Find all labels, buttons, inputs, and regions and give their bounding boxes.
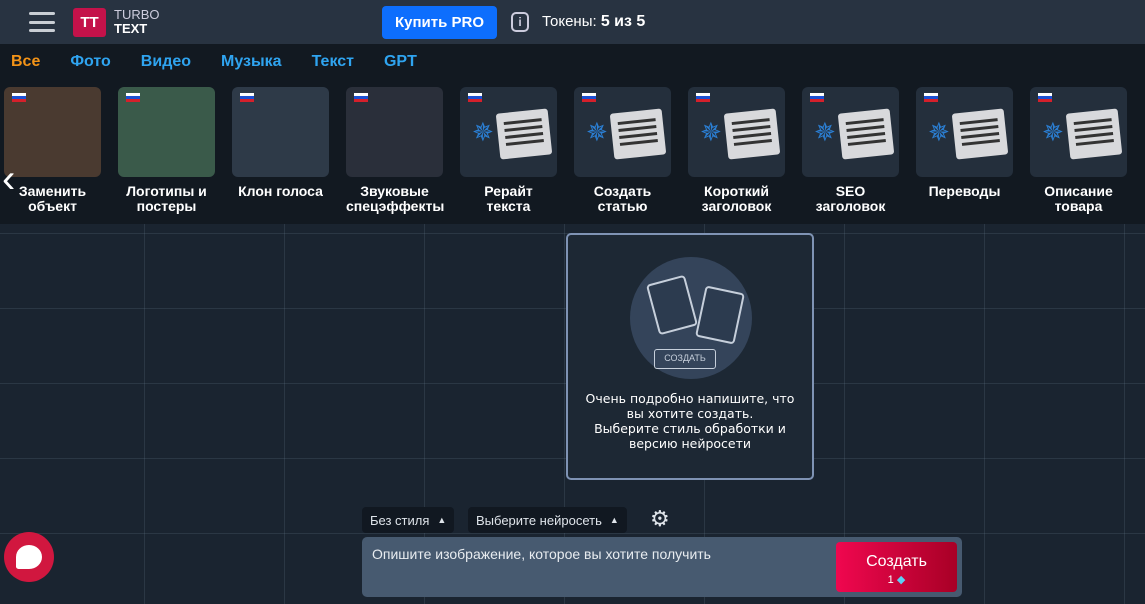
tool-card[interactable]: Логотипы и постеры (118, 87, 215, 214)
tool-label: Рерайт текста (484, 183, 533, 214)
flag-icon (1038, 93, 1052, 102)
caret-up-icon: ▲ (437, 515, 447, 525)
tool-label: Клон голоса (238, 183, 323, 199)
flag-icon (582, 93, 596, 102)
style-select[interactable]: Без стиля ▲ (362, 507, 455, 533)
tokens-label: Токены: (542, 13, 597, 30)
instructions-line: версию нейросети (628, 436, 752, 451)
document-icon (951, 108, 1009, 160)
illustration: СОЗДАТЬ (630, 257, 752, 379)
star-icon: ✵ (472, 117, 494, 147)
tool-thumbnail (346, 87, 443, 177)
category-tabs: Все Фото Видео Музыка Текст GPT (11, 53, 447, 71)
flag-icon (468, 93, 482, 102)
create-label: Создать (866, 552, 927, 570)
create-button[interactable]: Создать 1 ◆ (836, 542, 957, 592)
chat-icon (16, 545, 42, 569)
tool-thumbnail: ✵ (574, 87, 671, 177)
top-bar: TT TURBO TEXT Купить PRO i Токены: 5 из 5 (0, 0, 1145, 44)
star-icon: ✵ (928, 117, 950, 147)
tool-label: Короткий заголовок (701, 183, 772, 214)
instructions-line: Очень подробно напишите, что (585, 391, 795, 406)
instructions-line: Выберите стиль обработки и (594, 421, 786, 436)
style-select-value: Без стиля (370, 512, 430, 528)
cost-value: 1 (887, 573, 894, 586)
tool-thumbnail (232, 87, 329, 177)
tab-text[interactable]: Текст (312, 53, 354, 71)
tool-thumbnail (118, 87, 215, 177)
tab-gpt[interactable]: GPT (384, 53, 417, 71)
empty-state-panel: СОЗДАТЬ Очень подробно напишите, что вы … (566, 233, 814, 480)
document-icon (609, 108, 667, 160)
flag-icon (696, 93, 710, 102)
tab-video[interactable]: Видео (141, 53, 191, 71)
instructions-line: вы хотите создать. (626, 406, 754, 421)
chat-widget-button[interactable] (4, 532, 54, 582)
flag-icon (924, 93, 938, 102)
instructions-text: Очень подробно напишите, что вы хотите с… (568, 391, 812, 451)
tool-thumbnail: ✵ (802, 87, 899, 177)
tool-card[interactable]: ✵ Создать статью (574, 87, 671, 214)
star-icon: ✵ (1042, 117, 1064, 147)
flag-icon (810, 93, 824, 102)
tool-thumbnail: ✵ (688, 87, 785, 177)
buy-pro-button[interactable]: Купить PRO (382, 6, 497, 39)
tool-card[interactable]: ✵ Рерайт текста (460, 87, 557, 214)
star-icon: ✵ (814, 117, 836, 147)
tool-card[interactable]: ✵ SEO заголовок (802, 87, 899, 214)
flag-icon (354, 93, 368, 102)
document-icon (723, 108, 781, 160)
tool-card[interactable]: Заменить объект (4, 87, 101, 214)
document-icon (1065, 108, 1123, 160)
document-icon (495, 108, 553, 160)
tool-label: SEO заголовок (815, 183, 886, 214)
model-select[interactable]: Выберите нейросеть ▲ (468, 507, 627, 533)
flag-icon (240, 93, 254, 102)
tool-label: Логотипы и постеры (126, 183, 207, 214)
tool-label: Звуковые спецэффекты (346, 183, 445, 214)
card-illustration-icon (695, 285, 745, 345)
diamond-icon: ◆ (896, 573, 906, 586)
tool-card[interactable]: Звуковые спецэффекты (346, 87, 445, 214)
tab-photo[interactable]: Фото (70, 53, 110, 71)
tool-label: Заменить объект (18, 183, 87, 214)
tool-card[interactable]: ✵ Переводы (916, 87, 1013, 199)
model-select-value: Выберите нейросеть (476, 512, 602, 528)
prompt-box: Создать 1 ◆ (362, 537, 962, 597)
tool-card[interactable]: ✵ Короткий заголовок (688, 87, 785, 214)
chevron-left-icon[interactable]: ‹ (2, 159, 15, 199)
tokens-value: 5 из 5 (600, 13, 646, 30)
tool-card[interactable]: Клон голоса (232, 87, 329, 199)
tool-label: Переводы (928, 183, 1001, 199)
star-icon: ✵ (700, 117, 722, 147)
document-icon (837, 108, 895, 160)
tool-thumbnail: ✵ (460, 87, 557, 177)
gear-icon[interactable]: ⚙ (650, 507, 670, 531)
tokens-counter: Токены: 5 из 5 (542, 13, 645, 31)
category-section: Все Фото Видео Музыка Текст GPT Заменить… (0, 44, 1145, 224)
logo-text[interactable]: TURBO TEXT (114, 8, 160, 36)
logo[interactable]: TT (73, 8, 106, 37)
tool-label: Создать статью (593, 183, 652, 214)
tab-music[interactable]: Музыка (221, 53, 282, 71)
caret-up-icon: ▲ (609, 515, 619, 525)
tool-thumbnail (4, 87, 101, 177)
mini-create-button: СОЗДАТЬ (654, 349, 716, 369)
logo-line1: TURBO (114, 7, 160, 22)
card-illustration-icon (645, 274, 699, 336)
star-icon: ✵ (586, 117, 608, 147)
menu-icon[interactable] (29, 12, 55, 32)
info-icon[interactable]: i (511, 12, 529, 32)
tool-thumbnail: ✵ (916, 87, 1013, 177)
tab-all[interactable]: Все (11, 53, 40, 71)
tool-thumbnail: ✵ (1030, 87, 1127, 177)
flag-icon (126, 93, 140, 102)
tool-label: Описание товара (1044, 183, 1113, 214)
flag-icon (12, 93, 26, 102)
tool-card[interactable]: ✵ Описание товара (1030, 87, 1127, 214)
logo-line2: TEXT (114, 21, 148, 36)
prompt-input[interactable] (372, 546, 822, 562)
